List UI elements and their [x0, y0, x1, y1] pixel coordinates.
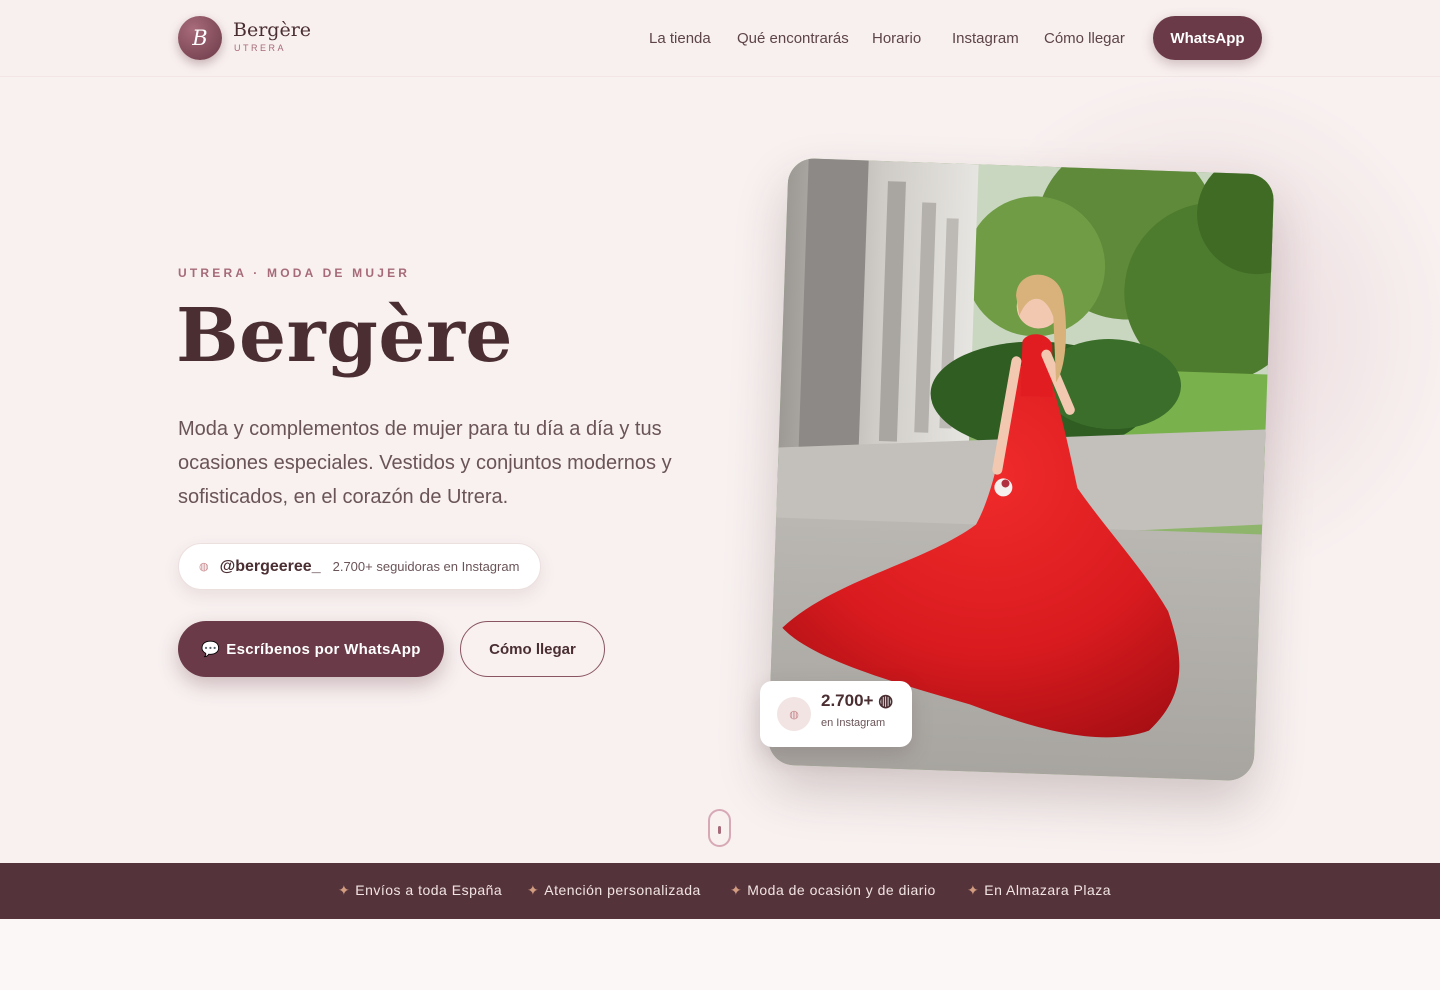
- stat-label: en Instagram: [821, 717, 886, 729]
- instagram-icon: ◍: [199, 561, 209, 573]
- instagram-icon: ◍: [777, 697, 811, 731]
- chat-icon: 💬: [201, 641, 221, 658]
- whatsapp-button[interactable]: 💬 Escríbenos por WhatsApp: [178, 621, 444, 677]
- features-ribbon: ✦ Envíos a toda España ✦ Atención personal…: [0, 863, 1440, 919]
- hero-title: Bergère: [176, 293, 514, 379]
- instagram-handle: @bergeeree_: [219, 557, 321, 575]
- ribbon-label: En Almazara Plaza: [984, 882, 1112, 898]
- next-section: [0, 919, 1440, 990]
- nav-que-encontraras[interactable]: Qué encontrarás: [737, 30, 849, 47]
- ribbon-label: Moda de ocasión y de diario: [747, 882, 936, 898]
- ribbon-item: ✦ Envíos a toda España: [338, 882, 502, 899]
- logo-subtitle: UTRERA: [234, 43, 287, 53]
- site-header: B Bergère UTRERA La tienda Qué encontrar…: [0, 0, 1440, 77]
- ribbon-label: Envíos a toda España: [355, 882, 503, 898]
- ribbon-item: ✦ Atención personalizada: [527, 882, 701, 899]
- ribbon-item: ✦ En Almazara Plaza: [967, 882, 1111, 899]
- logo-icon[interactable]: B: [178, 16, 222, 60]
- nav-instagram[interactable]: Instagram: [952, 30, 1019, 47]
- hero-eyebrow: UTRERA · MODA DE MUJER: [178, 266, 411, 280]
- sparkle-icon: ✦: [967, 882, 980, 898]
- sparkle-icon: ✦: [338, 882, 351, 898]
- sparkle-icon: ✦: [730, 882, 743, 898]
- logo-name[interactable]: Bergère: [233, 21, 311, 40]
- ribbon-item: ✦ Moda de ocasión y de diario: [730, 882, 936, 899]
- nav-la-tienda[interactable]: La tienda: [649, 30, 711, 47]
- nav-whatsapp-button[interactable]: WhatsApp: [1153, 16, 1262, 60]
- instagram-pill[interactable]: ◍ @bergeeree_ 2.700+ seguidoras en Insta…: [178, 543, 541, 590]
- whatsapp-button-label: Escríbenos por WhatsApp: [226, 640, 421, 658]
- directions-button[interactable]: Cómo llegar: [460, 621, 605, 677]
- stat-value: 2.700+ ◍: [821, 691, 894, 710]
- ribbon-label: Atención personalizada: [544, 882, 701, 898]
- sparkle-icon: ✦: [527, 882, 540, 898]
- hero-description: Moda y complementos de mujer para tu día…: [178, 418, 672, 508]
- instagram-stat-badge: ◍ 2.700+ ◍ en Instagram: [760, 681, 912, 747]
- nav-horario[interactable]: Horario: [872, 30, 921, 47]
- scroll-indicator-icon[interactable]: [708, 809, 731, 847]
- instagram-followers: 2.700+ seguidoras en Instagram: [332, 559, 520, 574]
- nav-como-llegar[interactable]: Cómo llegar: [1044, 30, 1125, 47]
